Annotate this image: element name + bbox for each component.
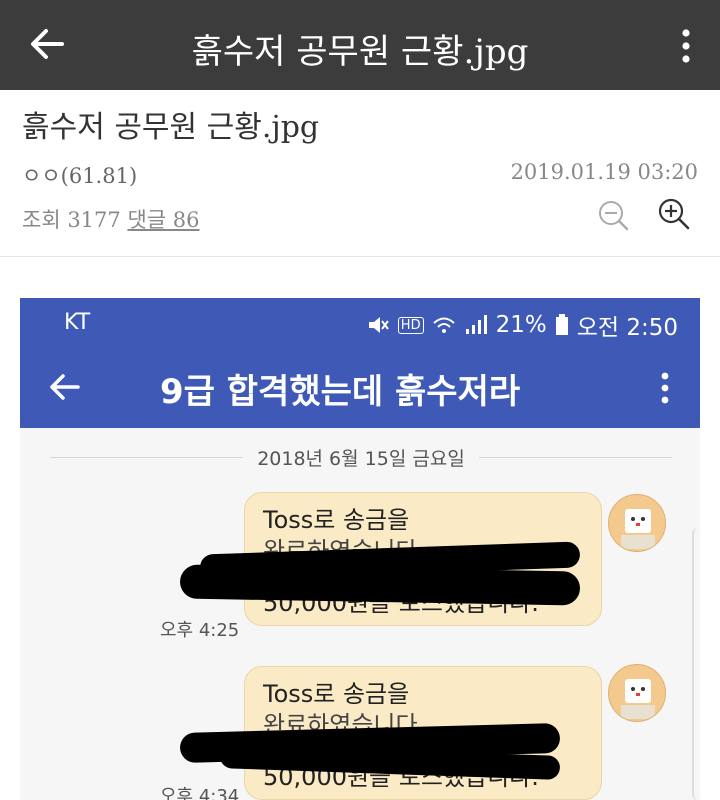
toss-bot-avatar-icon [621, 679, 655, 719]
app-bar: 흙수저 공무원 근황.jpg [0, 0, 720, 90]
post-stats: 조회 3177 댓글 86 [22, 204, 200, 234]
battery-icon [555, 314, 568, 335]
post-author: ㅇㅇ(61.81) [22, 164, 138, 188]
app-bar-title: 흙수저 공무원 근황.jpg [191, 32, 529, 72]
mute-icon [368, 317, 389, 333]
post-date: 2019.01.19 03:20 [510, 160, 698, 184]
view-count: 조회 3177 [22, 208, 121, 232]
date-separator: 2018년 6월 15일 금요일 [50, 442, 672, 472]
battery-percent: 21% [495, 312, 547, 338]
zoom-out-icon[interactable] [596, 198, 630, 232]
wifi-icon [432, 317, 455, 333]
more-vert-icon[interactable] [676, 26, 696, 66]
avatar [608, 494, 666, 552]
carrier-label: KT [64, 310, 91, 335]
comment-count-link[interactable]: 댓글 86 [127, 208, 199, 232]
zoom-in-icon[interactable] [656, 196, 692, 232]
redaction-scribble [179, 564, 581, 606]
divider [0, 256, 720, 257]
phone-status-bar: KT HD 21% 오전 2:50 [20, 298, 700, 346]
chat-header: 9급 합격했는데 흙수저라 [20, 346, 700, 428]
scrollbar[interactable] [692, 528, 700, 800]
post-image: KT HD 21% 오전 2:50 9급 합격했는데 흙수저라 2018년 6월… [20, 298, 700, 800]
message-time: 오후 4:34 [160, 786, 240, 800]
message-line-1: Toss로 송금을 [263, 506, 410, 534]
chat-title: 9급 합격했는데 흙수저라 [160, 372, 521, 412]
avatar [608, 664, 666, 722]
message-line-1: Toss로 송금을 [263, 680, 410, 708]
date-separator-text: 2018년 6월 15일 금요일 [243, 448, 479, 470]
signal-icon [465, 315, 487, 334]
status-clock: 오전 2:50 [576, 315, 678, 341]
post-title: 흙수저 공무원 근황.jpg [22, 110, 320, 145]
back-arrow-icon[interactable] [46, 368, 84, 406]
chat-area: 2018년 6월 15일 금요일 Toss로 송금을 완료하였습니다 50,00… [20, 428, 700, 800]
toss-bot-avatar-icon [621, 509, 655, 549]
more-vert-icon[interactable] [658, 370, 672, 406]
message-time: 오후 4:25 [160, 620, 240, 641]
hd-badge: HD [397, 316, 424, 334]
